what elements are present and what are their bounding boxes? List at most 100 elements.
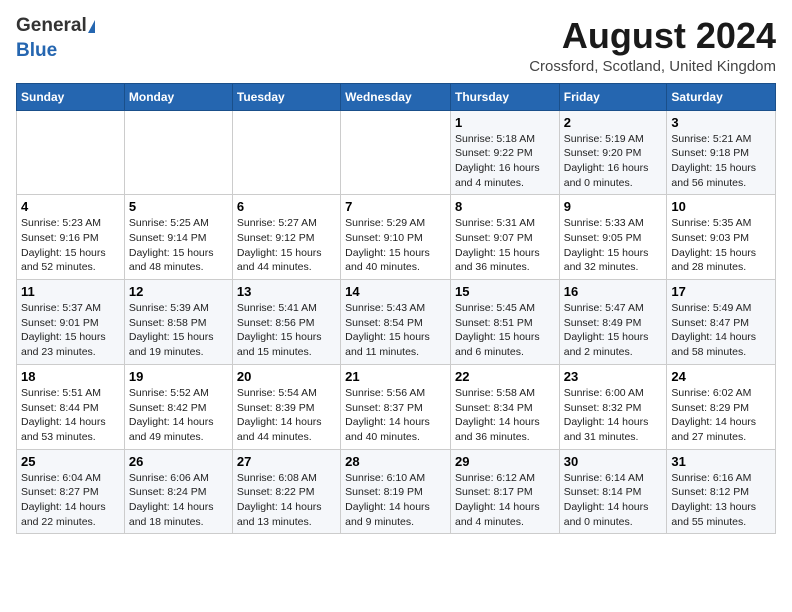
day-info: Sunrise: 5:33 AMSunset: 9:05 PMDaylight:… [564,216,663,275]
calendar-week-2: 4 Sunrise: 5:23 AMSunset: 9:16 PMDaylight… [17,195,776,280]
calendar-cell: 4 Sunrise: 5:23 AMSunset: 9:16 PMDaylight… [17,195,125,280]
day-info: Sunrise: 6:02 AMSunset: 8:29 PMDaylight:… [671,386,771,445]
day-info: Sunrise: 5:45 AMSunset: 8:51 PMDaylight:… [455,301,555,360]
calendar-cell: 3Sunrise: 5:21 AMSunset: 9:18 PMDaylight… [667,110,776,195]
day-number: 20 [237,369,336,384]
calendar-cell: 11 Sunrise: 5:37 AMSunset: 9:01 PMDayligh… [17,280,125,365]
day-number: 19 [129,369,228,384]
calendar-cell: 24 Sunrise: 6:02 AMSunset: 8:29 PMDayligh… [667,364,776,449]
day-number: 10 [671,199,771,214]
logo: General Blue [16,16,95,62]
day-number: 21 [345,369,446,384]
day-info: Sunrise: 5:41 AMSunset: 8:56 PMDaylight:… [237,301,336,360]
day-number: 17 [671,284,771,299]
calendar-cell: 7Sunrise: 5:29 AMSunset: 9:10 PMDaylight… [341,195,451,280]
calendar-week-1: 1 Sunrise: 5:18 AMSunset: 9:22 PMDaylight… [17,110,776,195]
calendar-cell: 15Sunrise: 5:45 AMSunset: 8:51 PMDayligh… [450,280,559,365]
day-number: 30 [564,454,663,469]
day-number: 7 [345,199,446,214]
calendar-cell: 5Sunrise: 5:25 AMSunset: 9:14 PMDaylight… [124,195,232,280]
logo-blue: Blue [16,40,57,61]
day-info: Sunrise: 5:23 AMSunset: 9:16 PMDaylight:… [21,216,120,275]
day-number: 22 [455,369,555,384]
day-number: 26 [129,454,228,469]
logo-general: General [16,16,87,37]
calendar-cell: 1 Sunrise: 5:18 AMSunset: 9:22 PMDaylight… [450,110,559,195]
calendar-cell: 12Sunrise: 5:39 AMSunset: 8:58 PMDayligh… [124,280,232,365]
calendar-week-4: 18 Sunrise: 5:51 AMSunset: 8:44 PMDayligh… [17,364,776,449]
day-info: Sunrise: 5:31 AMSunset: 9:07 PMDaylight:… [455,216,555,275]
day-number: 14 [345,284,446,299]
day-info: Sunrise: 5:58 AMSunset: 8:34 PMDaylight:… [455,386,555,445]
calendar-cell: 25Sunrise: 6:04 AMSunset: 8:27 PMDayligh… [17,449,125,534]
day-info: Sunrise: 5:51 AMSunset: 8:44 PMDaylight:… [21,386,120,445]
day-number: 31 [671,454,771,469]
day-info: Sunrise: 6:12 AMSunset: 8:17 PMDaylight:… [455,471,555,530]
day-number: 13 [237,284,336,299]
calendar-cell [17,110,125,195]
day-info: Sunrise: 5:19 AMSunset: 9:20 PMDaylight:… [564,132,663,191]
day-number: 1 [455,115,555,130]
day-info: Sunrise: 5:56 AMSunset: 8:37 PMDaylight:… [345,386,446,445]
day-info: Sunrise: 5:54 AMSunset: 8:39 PMDaylight:… [237,386,336,445]
day-info: Sunrise: 5:18 AMSunset: 9:22 PMDaylight:… [455,132,555,191]
calendar-cell: 8 Sunrise: 5:31 AMSunset: 9:07 PMDaylight… [450,195,559,280]
days-of-week-row: SundayMondayTuesdayWednesdayThursdayFrid… [17,83,776,110]
title-area: August 2024 Crossford, Scotland, United … [529,16,776,75]
calendar-cell [232,110,340,195]
day-info: Sunrise: 5:35 AMSunset: 9:03 PMDaylight:… [671,216,771,275]
calendar-header: SundayMondayTuesdayWednesdayThursdayFrid… [17,83,776,110]
day-number: 2 [564,115,663,130]
calendar-cell: 17 Sunrise: 5:49 AMSunset: 8:47 PMDayligh… [667,280,776,365]
day-info: Sunrise: 5:27 AMSunset: 9:12 PMDaylight:… [237,216,336,275]
day-number: 18 [21,369,120,384]
calendar-cell: 23 Sunrise: 6:00 AMSunset: 8:32 PMDayligh… [559,364,667,449]
day-number: 16 [564,284,663,299]
calendar-cell: 27Sunrise: 6:08 AMSunset: 8:22 PMDayligh… [232,449,340,534]
day-number: 4 [21,199,120,214]
calendar-cell: 20 Sunrise: 5:54 AMSunset: 8:39 PMDayligh… [232,364,340,449]
calendar-body: 1 Sunrise: 5:18 AMSunset: 9:22 PMDaylight… [17,110,776,534]
day-header-wednesday: Wednesday [341,83,451,110]
day-number: 11 [21,284,120,299]
calendar-cell: 21 Sunrise: 5:56 AMSunset: 8:37 PMDayligh… [341,364,451,449]
header: General Blue August 2024 Crossford, Scot… [16,16,776,75]
day-info: Sunrise: 6:06 AMSunset: 8:24 PMDaylight:… [129,471,228,530]
calendar-cell: 9 Sunrise: 5:33 AMSunset: 9:05 PMDaylight… [559,195,667,280]
day-number: 29 [455,454,555,469]
calendar-cell: 31 Sunrise: 6:16 AMSunset: 8:12 PMDayligh… [667,449,776,534]
day-info: Sunrise: 5:37 AMSunset: 9:01 PMDaylight:… [21,301,120,360]
day-info: Sunrise: 6:00 AMSunset: 8:32 PMDaylight:… [564,386,663,445]
day-header-monday: Monday [124,83,232,110]
calendar-cell: 28Sunrise: 6:10 AMSunset: 8:19 PMDayligh… [341,449,451,534]
day-number: 5 [129,199,228,214]
day-info: Sunrise: 6:10 AMSunset: 8:19 PMDaylight:… [345,471,446,530]
calendar-cell: 30Sunrise: 6:14 AMSunset: 8:14 PMDayligh… [559,449,667,534]
calendar-cell: 18 Sunrise: 5:51 AMSunset: 8:44 PMDayligh… [17,364,125,449]
main-title: August 2024 [529,16,776,56]
calendar-cell: 2 Sunrise: 5:19 AMSunset: 9:20 PMDaylight… [559,110,667,195]
day-header-saturday: Saturday [667,83,776,110]
calendar-cell [124,110,232,195]
calendar-week-3: 11 Sunrise: 5:37 AMSunset: 9:01 PMDayligh… [17,280,776,365]
day-info: Sunrise: 6:16 AMSunset: 8:12 PMDaylight:… [671,471,771,530]
day-info: Sunrise: 6:04 AMSunset: 8:27 PMDaylight:… [21,471,120,530]
day-header-sunday: Sunday [17,83,125,110]
subtitle: Crossford, Scotland, United Kingdom [529,58,776,75]
day-number: 9 [564,199,663,214]
day-info: Sunrise: 5:47 AMSunset: 8:49 PMDaylight:… [564,301,663,360]
day-number: 23 [564,369,663,384]
day-number: 6 [237,199,336,214]
calendar-cell: 26 Sunrise: 6:06 AMSunset: 8:24 PMDayligh… [124,449,232,534]
calendar-cell: 29 Sunrise: 6:12 AMSunset: 8:17 PMDayligh… [450,449,559,534]
calendar-cell: 13 Sunrise: 5:41 AMSunset: 8:56 PMDayligh… [232,280,340,365]
calendar-cell [341,110,451,195]
day-number: 24 [671,369,771,384]
calendar-cell: 6 Sunrise: 5:27 AMSunset: 9:12 PMDaylight… [232,195,340,280]
day-number: 8 [455,199,555,214]
day-header-tuesday: Tuesday [232,83,340,110]
day-header-friday: Friday [559,83,667,110]
day-header-thursday: Thursday [450,83,559,110]
calendar-week-5: 25Sunrise: 6:04 AMSunset: 8:27 PMDayligh… [17,449,776,534]
day-info: Sunrise: 5:49 AMSunset: 8:47 PMDaylight:… [671,301,771,360]
